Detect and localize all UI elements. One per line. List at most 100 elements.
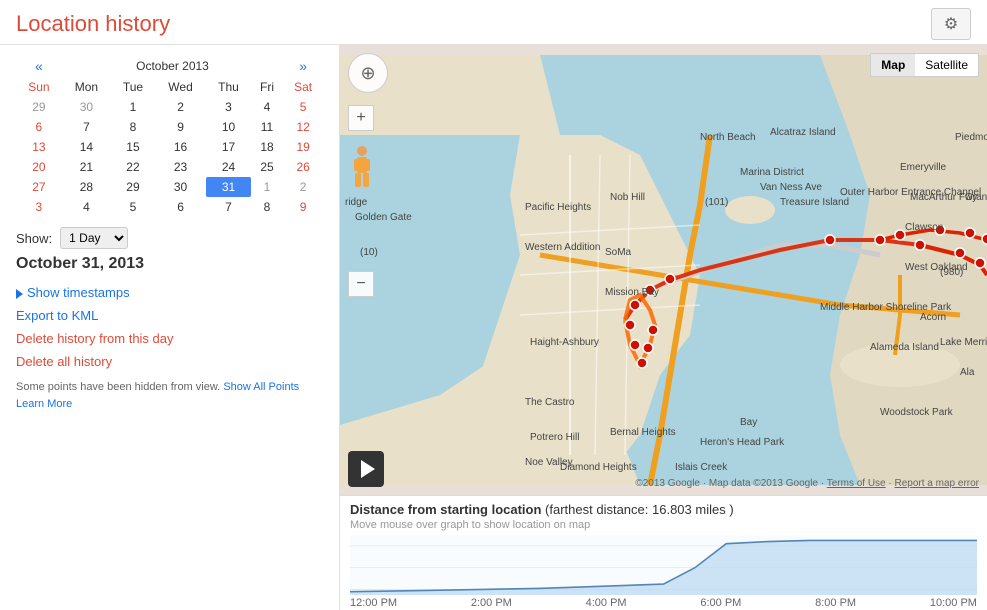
calendar-day[interactable]: 31 — [206, 177, 251, 197]
svg-text:Emeryville: Emeryville — [900, 162, 947, 173]
chart-area[interactable] — [350, 535, 977, 595]
calendar-day[interactable]: 18 — [251, 137, 283, 157]
calendar-day[interactable]: 3 — [16, 197, 62, 217]
calendar-day[interactable]: 17 — [206, 137, 251, 157]
settings-button[interactable]: ⚙ — [931, 8, 971, 40]
learn-more-link[interactable]: Learn More — [16, 398, 72, 410]
calendar-day[interactable]: 8 — [251, 197, 283, 217]
calendar-day[interactable]: 6 — [155, 197, 206, 217]
svg-text:Heron's Head Park: Heron's Head Park — [700, 437, 785, 448]
delete-day-link[interactable]: Delete history from this day — [16, 331, 323, 346]
calendar-day[interactable]: 4 — [62, 197, 111, 217]
svg-text:Van Ness Ave: Van Ness Ave — [760, 182, 822, 193]
calendar-month: October 2013 — [62, 55, 283, 77]
calendar-dow: Tue — [111, 77, 155, 97]
calendar-day[interactable]: 16 — [155, 137, 206, 157]
svg-text:Marina District: Marina District — [740, 167, 804, 178]
calendar-day[interactable]: 2 — [283, 177, 323, 197]
svg-text:(101): (101) — [705, 197, 728, 208]
calendar-day[interactable]: 15 — [111, 137, 155, 157]
svg-text:Bay: Bay — [740, 417, 757, 428]
triangle-icon — [16, 289, 23, 299]
delete-all-link[interactable]: Delete all history — [16, 354, 323, 369]
svg-text:Acorn: Acorn — [920, 312, 946, 323]
svg-text:Western Addition: Western Addition — [525, 242, 600, 253]
map-type-satellite-button[interactable]: Satellite — [915, 54, 978, 76]
svg-text:Islais Creek: Islais Creek — [675, 462, 728, 473]
calendar-day[interactable]: 26 — [283, 157, 323, 177]
calendar-day[interactable]: 1 — [111, 97, 155, 117]
svg-text:Alameda Island: Alameda Island — [870, 342, 939, 353]
calendar-day[interactable]: 25 — [251, 157, 283, 177]
calendar-next[interactable]: » — [299, 58, 307, 74]
svg-text:North Beach: North Beach — [700, 132, 756, 143]
map-type-map-button[interactable]: Map — [871, 54, 915, 76]
calendar-day[interactable]: 11 — [251, 117, 283, 137]
chart-subtitle: Move mouse over graph to show location o… — [350, 519, 977, 531]
calendar-day[interactable]: 4 — [251, 97, 283, 117]
pegman[interactable] — [348, 145, 376, 196]
calendar: « October 2013 » SunMonTueWedThuFriSat 2… — [16, 55, 323, 217]
calendar-day[interactable]: 13 — [16, 137, 62, 157]
svg-text:Potrero Hill: Potrero Hill — [530, 432, 579, 443]
calendar-prev[interactable]: « — [35, 58, 43, 74]
calendar-day[interactable]: 2 — [155, 97, 206, 117]
calendar-day[interactable]: 28 — [62, 177, 111, 197]
calendar-day[interactable]: 3 — [206, 97, 251, 117]
calendar-day[interactable]: 30 — [155, 177, 206, 197]
calendar-day[interactable]: 12 — [283, 117, 323, 137]
svg-text:SoMa: SoMa — [605, 247, 632, 258]
calendar-day[interactable]: 5 — [283, 97, 323, 117]
calendar-dow: Sat — [283, 77, 323, 97]
calendar-day[interactable]: 10 — [206, 117, 251, 137]
page-title: Location history — [16, 11, 170, 37]
calendar-day[interactable]: 6 — [16, 117, 62, 137]
svg-text:Lake Merritt: Lake Merritt — [940, 337, 987, 348]
chart-title: Distance from starting location (farthes… — [350, 502, 977, 517]
svg-text:The Castro: The Castro — [525, 397, 575, 408]
map-navigation-control[interactable]: ⊕ — [348, 53, 388, 93]
svg-text:Woodstock Park: Woodstock Park — [880, 407, 954, 418]
svg-text:Clawson: Clawson — [905, 222, 943, 233]
svg-text:(980): (980) — [940, 267, 963, 278]
calendar-day[interactable]: 7 — [206, 197, 251, 217]
calendar-day[interactable]: 9 — [283, 197, 323, 217]
export-kml-link[interactable]: Export to KML — [16, 308, 323, 323]
svg-text:Alcatraz Island: Alcatraz Island — [770, 127, 836, 138]
calendar-day[interactable]: 27 — [16, 177, 62, 197]
calendar-day[interactable]: 29 — [111, 177, 155, 197]
calendar-day[interactable]: 7 — [62, 117, 111, 137]
report-map-error-link[interactable]: Report a map error — [895, 478, 979, 489]
calendar-day[interactable]: 24 — [206, 157, 251, 177]
calendar-day[interactable]: 29 — [16, 97, 62, 117]
calendar-dow: Sun — [16, 77, 62, 97]
calendar-day[interactable]: 20 — [16, 157, 62, 177]
calendar-day[interactable]: 19 — [283, 137, 323, 157]
calendar-day[interactable]: 8 — [111, 117, 155, 137]
zoom-in-button[interactable]: + — [348, 105, 374, 131]
map-type-control: Map Satellite — [870, 53, 979, 77]
show-label: Show: — [16, 231, 52, 246]
date-heading: October 31, 2013 — [16, 255, 323, 273]
calendar-dow: Fri — [251, 77, 283, 97]
play-button[interactable] — [348, 451, 384, 487]
svg-text:Pacific Heights: Pacific Heights — [525, 202, 591, 213]
calendar-dow: Mon — [62, 77, 111, 97]
calendar-day[interactable]: 5 — [111, 197, 155, 217]
terms-of-use-link[interactable]: Terms of Use — [827, 478, 886, 489]
show-all-points-link[interactable]: Show All Points — [223, 381, 299, 393]
calendar-day[interactable]: 9 — [155, 117, 206, 137]
gear-icon: ⚙ — [944, 14, 958, 34]
svg-text:Nob Hill: Nob Hill — [610, 192, 645, 203]
calendar-day[interactable]: 21 — [62, 157, 111, 177]
svg-text:Diamond Heights: Diamond Heights — [560, 462, 637, 473]
svg-text:Piedmont Avenue: Piedmont Avenue — [955, 132, 987, 143]
zoom-out-button[interactable]: − — [348, 271, 374, 297]
calendar-day[interactable]: 30 — [62, 97, 111, 117]
show-timestamps-link[interactable]: Show timestamps — [16, 285, 323, 300]
calendar-day[interactable]: 1 — [251, 177, 283, 197]
calendar-day[interactable]: 22 — [111, 157, 155, 177]
show-select[interactable]: 1 Day2 Days7 Days — [60, 227, 128, 249]
calendar-day[interactable]: 23 — [155, 157, 206, 177]
calendar-day[interactable]: 14 — [62, 137, 111, 157]
